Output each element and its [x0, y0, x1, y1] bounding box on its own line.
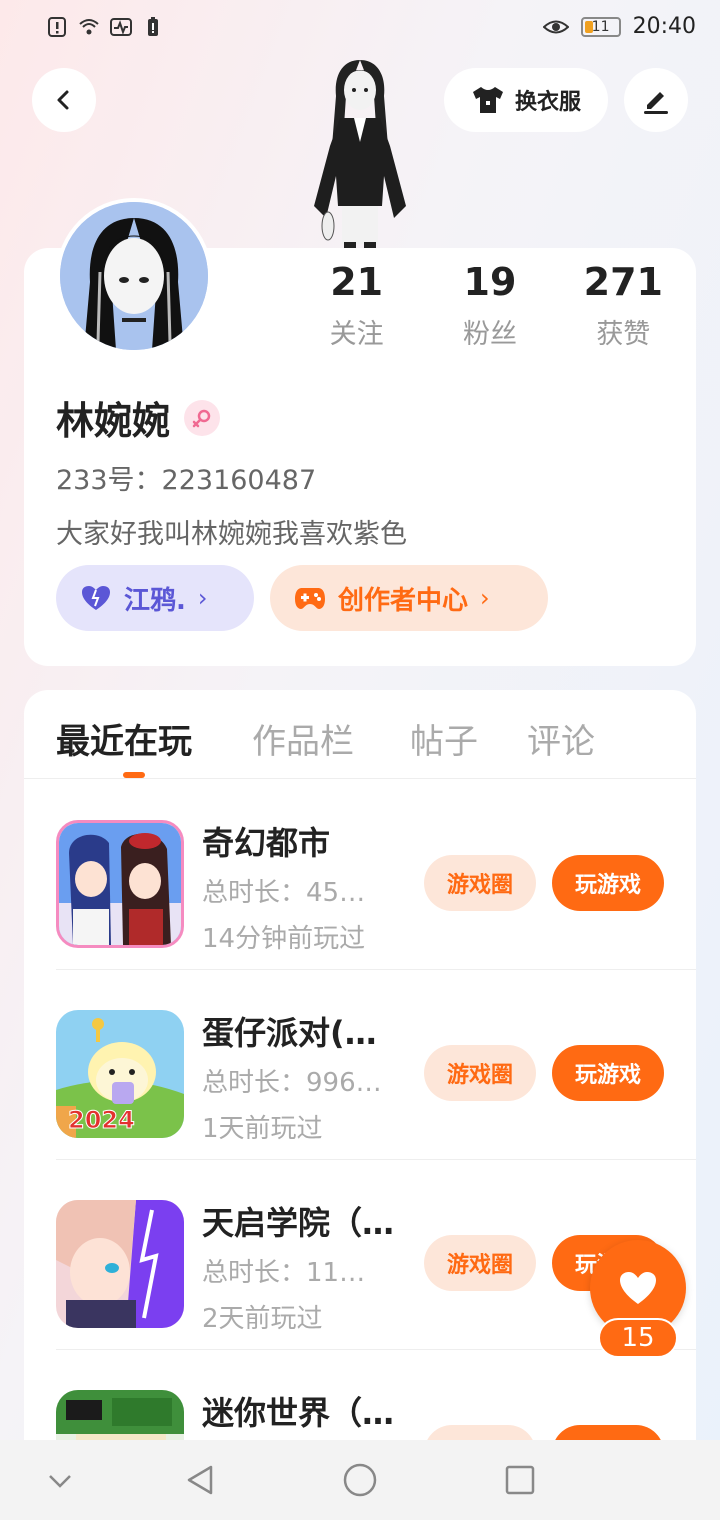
heart-icon	[620, 1272, 656, 1304]
nav-recents-button[interactable]	[498, 1458, 542, 1502]
game-name: 迷你世界（…	[202, 1394, 395, 1432]
nav-hide-button[interactable]	[38, 1458, 82, 1502]
game-row[interactable]: 天启学院（… 总时长：11… 2天前玩过 游戏圈 玩游戏	[56, 1160, 696, 1350]
battery-alert-icon	[148, 17, 158, 36]
eye-icon	[542, 20, 569, 33]
heart-icon	[82, 586, 110, 610]
play-game-button[interactable]: 玩游戏	[552, 855, 664, 911]
game-list-card: 最近在玩 作品栏 帖子 评论 奇幻都市 总时长：45… 14分钟前玩过 游戏圈 …	[24, 690, 696, 1450]
change-outfit-button[interactable]: 换衣服	[444, 68, 608, 132]
nav-home-button[interactable]	[338, 1458, 382, 1502]
chevron-down-icon	[49, 1475, 71, 1488]
edit-profile-button[interactable]	[624, 68, 688, 132]
status-bar: 11 20:40	[0, 0, 720, 56]
avatar[interactable]	[56, 198, 212, 354]
game-row[interactable]: 迷你世界（… 游戏圈 玩游戏	[56, 1350, 696, 1450]
game-icon[interactable]: 2024	[56, 1010, 184, 1138]
friend-tag-label: 江鸦.	[124, 585, 186, 616]
avatar-figure[interactable]	[294, 56, 426, 250]
game-row[interactable]: 2024 蛋仔派对(… 总时长：996… 1天前玩过 游戏圈 玩游戏	[56, 970, 696, 1160]
system-nav-bar	[0, 1440, 720, 1520]
game-last-played: 14分钟前玩过	[202, 924, 366, 954]
game-duration: 总时长：996…	[202, 1068, 382, 1098]
square-recents-icon	[505, 1465, 535, 1495]
creator-center-button[interactable]: 创作者中心 ›	[270, 565, 548, 631]
circle-home-icon	[343, 1463, 377, 1497]
stat-likes[interactable]: 271 获赞	[557, 260, 690, 351]
game-row[interactable]: 奇幻都市 总时长：45… 14分钟前玩过 游戏圈 玩游戏	[56, 780, 696, 970]
game-circle-button[interactable]: 游戏圈	[424, 855, 536, 911]
change-outfit-label: 换衣服	[514, 90, 581, 115]
bio: 大家好我叫林婉婉我喜欢紫色	[56, 519, 407, 550]
sim-alert-icon	[48, 17, 66, 37]
game-name: 天启学院（…	[202, 1204, 395, 1242]
stat-following[interactable]: 21 关注	[290, 260, 423, 351]
chevron-right-icon: ›	[480, 584, 490, 612]
game-duration: 总时长：45…	[202, 878, 366, 908]
back-button[interactable]	[32, 68, 96, 132]
game-name: 蛋仔派对(…	[202, 1014, 377, 1052]
stat-fans[interactable]: 19 粉丝	[423, 260, 556, 351]
stat-value: 19	[463, 260, 517, 304]
pencil-icon	[644, 92, 668, 114]
stat-label: 关注	[329, 319, 384, 350]
avatar-image	[60, 202, 208, 350]
game-icon[interactable]	[56, 820, 184, 948]
username-text: 林婉婉	[56, 399, 171, 443]
game-last-played: 2天前玩过	[202, 1304, 323, 1334]
game-duration: 总时长：11…	[202, 1258, 366, 1288]
tab-works[interactable]: 作品栏	[252, 714, 354, 763]
game-name: 奇幻都市	[202, 824, 331, 862]
tab-posts[interactable]: 帖子	[410, 714, 478, 763]
play-game-button[interactable]: 玩游戏	[552, 1045, 664, 1101]
battery-icon: 11	[580, 16, 621, 37]
tab-indicator	[123, 772, 145, 778]
profile-stats: 21 关注 19 粉丝 271 获赞	[290, 260, 690, 351]
game-icon[interactable]	[56, 1200, 184, 1328]
gamepad-icon	[295, 588, 325, 609]
stat-value: 21	[330, 260, 384, 304]
female-gender-icon	[184, 399, 221, 436]
game-icon-caption: 2024	[68, 1106, 136, 1135]
triangle-back-icon	[187, 1465, 213, 1495]
user-id: 233号：223160487	[56, 465, 317, 496]
tab-recently-played[interactable]: 最近在玩	[56, 714, 192, 763]
tab-comments[interactable]: 评论	[527, 714, 595, 763]
game-circle-button[interactable]: 游戏圈	[424, 1235, 536, 1291]
stat-label: 获赞	[596, 319, 651, 350]
chevron-right-icon: ›	[197, 584, 208, 612]
clock: 20:40	[632, 14, 696, 39]
activity-icon	[110, 18, 132, 36]
like-count: 15	[598, 1318, 678, 1358]
stat-value: 271	[583, 260, 663, 304]
battery-level: 11	[591, 18, 610, 35]
friend-tag-button[interactable]: 江鸦. ›	[56, 565, 254, 631]
nav-back-button[interactable]	[178, 1458, 222, 1502]
username: 林婉婉	[56, 390, 221, 445]
game-last-played: 1天前玩过	[202, 1114, 323, 1144]
stat-label: 粉丝	[462, 319, 517, 350]
shirt-icon	[472, 87, 503, 113]
creator-center-label: 创作者中心	[338, 585, 469, 616]
wifi-icon	[79, 19, 99, 35]
tab-bar: 最近在玩 作品栏 帖子 评论	[24, 690, 696, 779]
game-circle-button[interactable]: 游戏圈	[424, 1045, 536, 1101]
chevron-left-icon	[57, 90, 69, 110]
